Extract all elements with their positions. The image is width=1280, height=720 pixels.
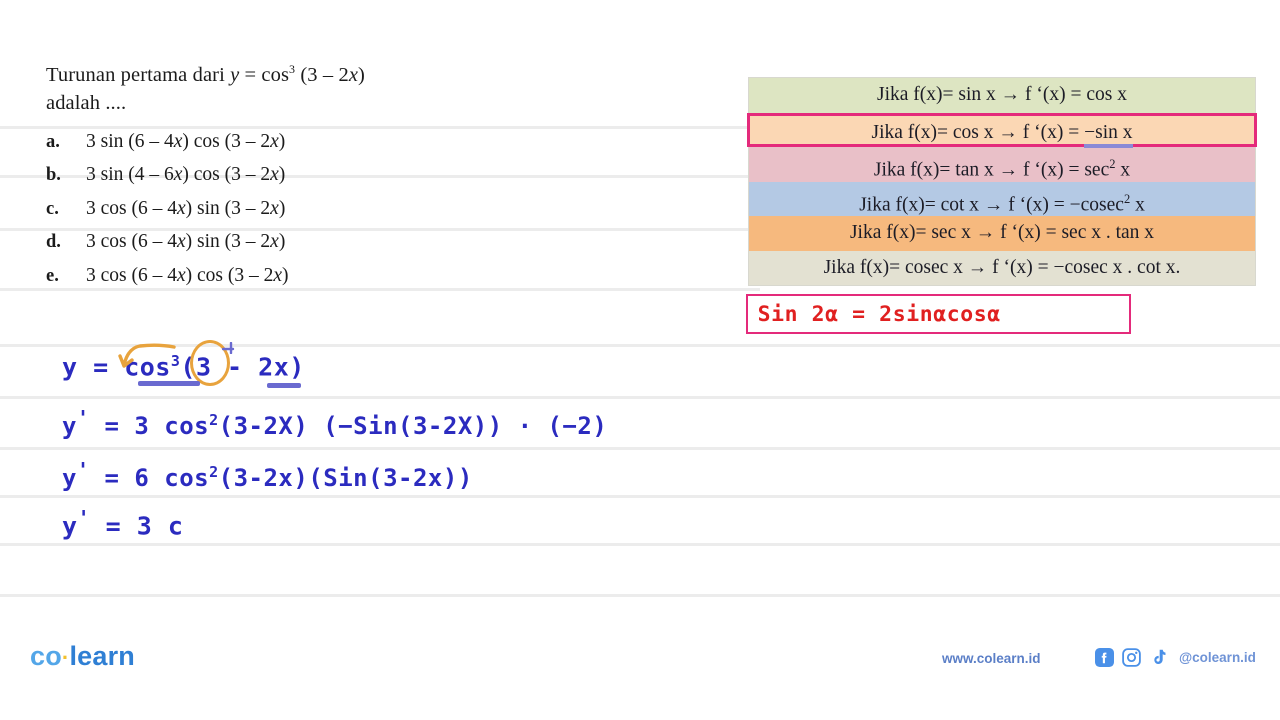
option-text: 3 cos (6 – 4x) cos (3 – 2x)	[86, 264, 289, 286]
question-stem-eq: = cos	[239, 63, 290, 86]
rule-text-after: x	[1115, 159, 1131, 181]
ruled-line	[0, 447, 1280, 450]
work-line-1: y = cos3(3 - 2x)	[62, 352, 305, 381]
option-c[interactable]: c. 3 cos (6 – 4x) sin (3 – 2x)	[46, 198, 496, 232]
instagram-icon[interactable]	[1122, 648, 1141, 667]
option-d[interactable]: d. 3 cos (6 – 4x) sin (3 – 2x)	[46, 231, 496, 265]
question-stem-line2: adalah ....	[46, 91, 127, 114]
question-arg-post: )	[358, 63, 365, 86]
derivative-rules-table: Jika f(x)= sin x → f ‘(x) = cos x Jika f…	[747, 77, 1257, 286]
ruled-line	[0, 594, 1280, 597]
option-text: 3 cos (6 – 4x) sin (3 – 2x)	[86, 197, 286, 219]
tiktok-icon[interactable]	[1149, 648, 1168, 667]
work-line-2: y' = 3 cos2(3-2X) (−Sin(3-2X)) · (−2)	[62, 406, 607, 440]
social-handle: @colearn.id	[1179, 650, 1256, 665]
option-label: b.	[46, 165, 61, 186]
work-line-2-y: y	[62, 412, 77, 440]
question-stem: Turunan pertama dari y = cos3 (3 – 2x) a…	[46, 55, 496, 117]
blue-underline-2x	[267, 383, 301, 388]
option-a[interactable]: a. 3 sin (6 – 4x) cos (3 – 2x)	[46, 131, 496, 165]
work-line-3-a: = 6 cos	[89, 464, 210, 492]
option-b[interactable]: b. 3 sin (4 – 6x) cos (3 – 2x)	[46, 164, 496, 198]
option-label: c.	[46, 198, 59, 219]
ruled-line	[0, 344, 1280, 347]
option-text: 3 cos (6 – 4x) sin (3 – 2x)	[86, 231, 286, 253]
derivative-rule-row-highlighted: Jika f(x)= cos x → f ‘(x) = −sin x	[747, 112, 1257, 148]
work-line-1-pre: y = cos	[62, 352, 171, 382]
work-line-4-y: y	[62, 511, 78, 541]
rule-text: Jika f(x)= tan x → f ‘(x) = sec	[873, 159, 1110, 181]
option-label: e.	[46, 265, 59, 286]
rule-text: Jika f(x)= cos x → f ‘(x) =	[871, 121, 1085, 143]
work-line-4: y' = 3 c	[62, 506, 183, 540]
option-text: 3 sin (4 – 6x) cos (3 – 2x)	[86, 164, 286, 186]
work-line-1-exponent: 3	[170, 352, 181, 370]
option-label: d.	[46, 232, 61, 253]
work-line-2-b: (3-2X) (−Sin(3-2X)) · (−2)	[218, 412, 608, 440]
rule-text-after: x	[1130, 194, 1145, 215]
logo-co: co	[30, 641, 62, 671]
question-stem-prefix: Turunan pertama dari	[46, 63, 231, 86]
work-line-2-a: = 3 cos	[89, 412, 210, 440]
facebook-icon[interactable]	[1095, 648, 1114, 667]
rule-underlined-result: −sin x	[1084, 121, 1133, 148]
social-links: @colearn.id	[1095, 648, 1256, 667]
footer-website-url[interactable]: www.colearn.id	[942, 651, 1041, 666]
logo-learn: learn	[69, 641, 135, 671]
trig-identity-box: Sin 2α = 2sinαcosα	[746, 294, 1131, 334]
question-arg-pre: (3	[295, 63, 323, 86]
rule-text: Jika f(x)= sec x → f ‘(x) = sec x . tan …	[849, 222, 1155, 243]
work-line-4-a: = 3 c	[90, 511, 184, 541]
option-text: 3 sin (6 – 4x) cos (3 – 2x)	[86, 130, 286, 152]
derivative-rule-row: Jika f(x)= sec x → f ‘(x) = sec x . tan …	[749, 216, 1255, 251]
work-line-3-y: y	[62, 464, 77, 492]
derivative-rule-row: Jika f(x)= sin x → f ‘(x) = cos x	[749, 78, 1255, 113]
work-line-4-prime: '	[77, 506, 91, 530]
question-variable-x: x	[348, 63, 359, 86]
trig-identity-text: Sin 2α = 2sinαcosα	[757, 302, 1001, 326]
rule-text: Jika f(x)= sin x → f ‘(x) = cos x	[877, 84, 1127, 105]
blue-underline-cos	[138, 381, 200, 386]
ruled-line	[0, 543, 1280, 546]
work-line-1-post: (3 - 2x)	[180, 352, 305, 382]
work-line-2-prime: '	[76, 406, 90, 430]
derivative-rule-row: Jika f(x)= cosec x → f ‘(x) = −cosec x .…	[749, 250, 1255, 285]
rule-text: Jika f(x)= cosec x → f ‘(x) = −cosec x .…	[823, 256, 1181, 278]
question-minus: – 2	[322, 63, 349, 86]
rule-text: Jika f(x)= cot x → f ‘(x) = −cosec	[859, 194, 1124, 215]
work-line-2-exponent: 2	[209, 411, 219, 429]
options-list: a. 3 sin (6 – 4x) cos (3 – 2x) b. 3 sin …	[46, 131, 496, 299]
work-line-3: y' = 6 cos2(3-2x)(Sin(3-2x))	[62, 458, 473, 492]
ruled-line	[0, 396, 1280, 399]
derivative-rule-row: Jika f(x)= cot x → f ‘(x) = −cosec2 x	[749, 181, 1255, 216]
ruled-line	[0, 495, 1280, 498]
colearn-logo: co·learn	[30, 641, 135, 672]
option-e[interactable]: e. 3 cos (6 – 4x) cos (3 – 2x)	[46, 265, 496, 299]
question-block: Turunan pertama dari y = cos3 (3 – 2x) a…	[46, 55, 496, 298]
work-line-3-prime: '	[76, 458, 90, 482]
derivative-rule-row: Jika f(x)= tan x → f ‘(x) = sec2 x	[749, 147, 1255, 182]
option-label: a.	[46, 131, 60, 152]
work-line-3-exponent: 2	[209, 463, 219, 481]
work-line-3-b: (3-2x)(Sin(3-2x))	[218, 464, 473, 492]
question-variable-y: y	[230, 63, 240, 86]
